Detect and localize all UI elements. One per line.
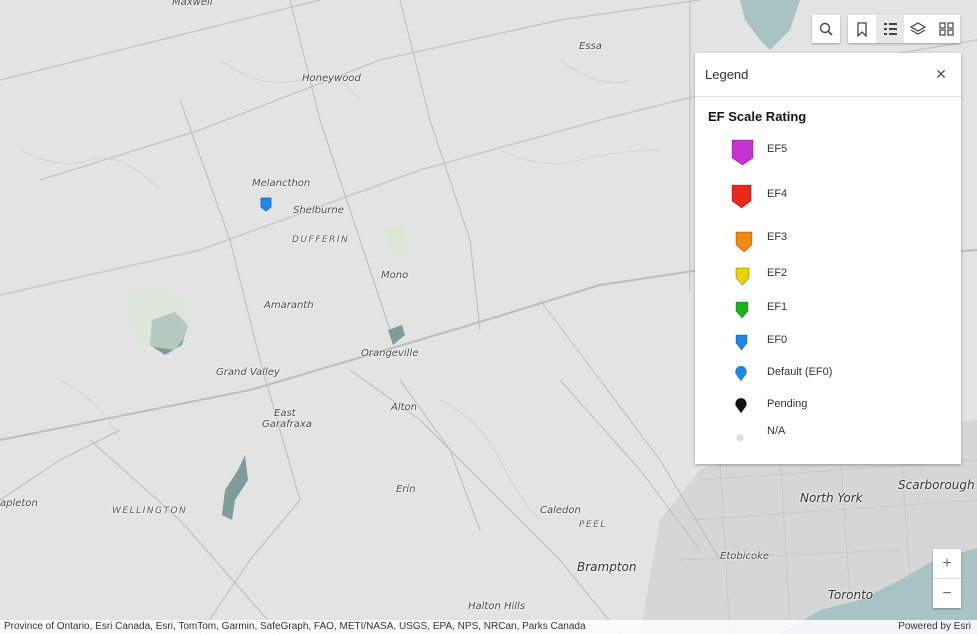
legend-symbol-icon xyxy=(734,397,748,419)
legend-item-label: N/A xyxy=(767,425,786,437)
tornado-marker-ef0[interactable] xyxy=(260,197,272,212)
place-label-erin: Erin xyxy=(396,484,416,495)
legend-symbol-icon xyxy=(735,430,745,448)
place-label-caledon: Caledon xyxy=(540,505,581,516)
place-label-alton: Alton xyxy=(391,402,417,413)
legend-symbol-icon xyxy=(731,184,753,215)
bookmark-icon xyxy=(857,21,867,37)
place-label-amaranth: Amaranth xyxy=(264,300,314,311)
legend-button[interactable] xyxy=(876,15,904,43)
place-label-grand-valley: Grand Valley xyxy=(216,367,280,378)
zoom-in-button[interactable]: + xyxy=(933,549,961,578)
place-label-garafraxa: Garafraxa xyxy=(262,419,312,430)
place-label-shelburne: Shelburne xyxy=(293,205,344,216)
search-icon xyxy=(819,22,833,36)
basemap-gallery-icon xyxy=(938,22,954,36)
legend-title: Legend xyxy=(705,67,749,82)
legend-symbol-icon xyxy=(735,231,754,259)
place-label-halton-hills: Halton Hills xyxy=(468,601,526,612)
powered-by-esri[interactable]: Powered by Esri xyxy=(898,621,971,632)
legend-symbol-icon xyxy=(735,301,750,325)
bookmarks-button[interactable] xyxy=(848,15,876,43)
legend-symbol-icon xyxy=(735,334,749,357)
place-label-orangeville: Orangeville xyxy=(361,348,419,359)
place-label-mono: Mono xyxy=(381,270,409,281)
search-toolbar xyxy=(812,15,840,43)
legend-item-label: EF2 xyxy=(767,267,788,279)
layers-button[interactable] xyxy=(904,15,932,43)
place-label-honeywood: Honeywood xyxy=(302,73,361,84)
place-label-brampton: Brampton xyxy=(577,560,637,574)
place-label-apleton: apleton xyxy=(0,498,38,509)
legend-panel: Legend ✕ EF Scale Rating EF5 EF4 EF3 EF2 EF1… xyxy=(695,53,961,464)
basemap-gallery-button[interactable] xyxy=(932,15,960,43)
place-label-etobicoke: Etobicoke xyxy=(720,551,770,562)
place-label-dufferin: DUFFERIN xyxy=(292,235,350,245)
legend-item-label: EF1 xyxy=(767,301,788,313)
zoom-controls: + − xyxy=(933,549,961,608)
place-label-melancthon: Melancthon xyxy=(252,178,311,189)
legend-list-icon xyxy=(883,23,897,35)
place-label-toronto: Toronto xyxy=(828,588,874,602)
legend-item-label: EF4 xyxy=(767,188,788,200)
place-label-wellington: WELLINGTON xyxy=(112,506,188,516)
legend-symbol-icon xyxy=(735,267,751,292)
legend-symbol-icon xyxy=(734,365,748,387)
legend-item-label: EF3 xyxy=(767,231,788,243)
place-label-peel: PEEL xyxy=(579,520,607,530)
attribution-bar: Province of Ontario, Esri Canada, Esri, … xyxy=(0,620,977,634)
legend-item-label: EF5 xyxy=(767,143,788,155)
zoom-out-button[interactable]: − xyxy=(933,578,961,608)
layers-icon xyxy=(910,22,926,35)
marker-pin-icon xyxy=(260,197,272,212)
place-label-east: East xyxy=(274,408,296,419)
place-label-maxwell: Maxwell xyxy=(172,0,213,8)
legend-layer-title: EF Scale Rating xyxy=(708,109,807,124)
close-icon[interactable]: ✕ xyxy=(931,66,951,83)
legend-item-label: Default (EF0) xyxy=(767,366,833,378)
search-button[interactable] xyxy=(812,15,840,43)
legend-header: Legend ✕ xyxy=(695,53,961,97)
legend-symbol-icon xyxy=(731,139,755,172)
attribution-sources: Province of Ontario, Esri Canada, Esri, … xyxy=(4,621,586,632)
legend-item-label: Pending xyxy=(767,398,808,410)
place-label-scarborough: Scarborough xyxy=(898,478,975,492)
place-label-essa: Essa xyxy=(579,41,602,52)
legend-item-label: EF0 xyxy=(767,334,788,346)
widget-toolbar xyxy=(848,15,960,43)
place-label-north-york: North York xyxy=(800,491,863,505)
